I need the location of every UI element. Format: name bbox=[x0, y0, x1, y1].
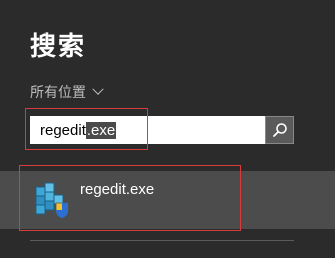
divider bbox=[30, 240, 294, 241]
search-panel: 搜索 所有位置 regedit .exe regedit.exe bbox=[0, 0, 335, 258]
search-query[interactable]: regedit .exe bbox=[40, 121, 117, 139]
search-scope-dropdown[interactable]: 所有位置 bbox=[30, 82, 104, 102]
page-title: 搜索 bbox=[30, 32, 87, 62]
search-query-typed: regedit bbox=[40, 121, 86, 139]
search-input[interactable]: regedit .exe bbox=[30, 116, 294, 144]
search-query-selection: .exe bbox=[85, 121, 117, 139]
search-button[interactable] bbox=[265, 116, 294, 144]
search-icon bbox=[272, 123, 287, 137]
chevron-down-icon bbox=[92, 83, 104, 95]
list-item-label: regedit.exe bbox=[80, 181, 155, 198]
registry-editor-icon bbox=[35, 182, 69, 219]
search-scope-label: 所有位置 bbox=[30, 85, 86, 101]
list-item[interactable]: regedit.exe bbox=[0, 171, 335, 229]
